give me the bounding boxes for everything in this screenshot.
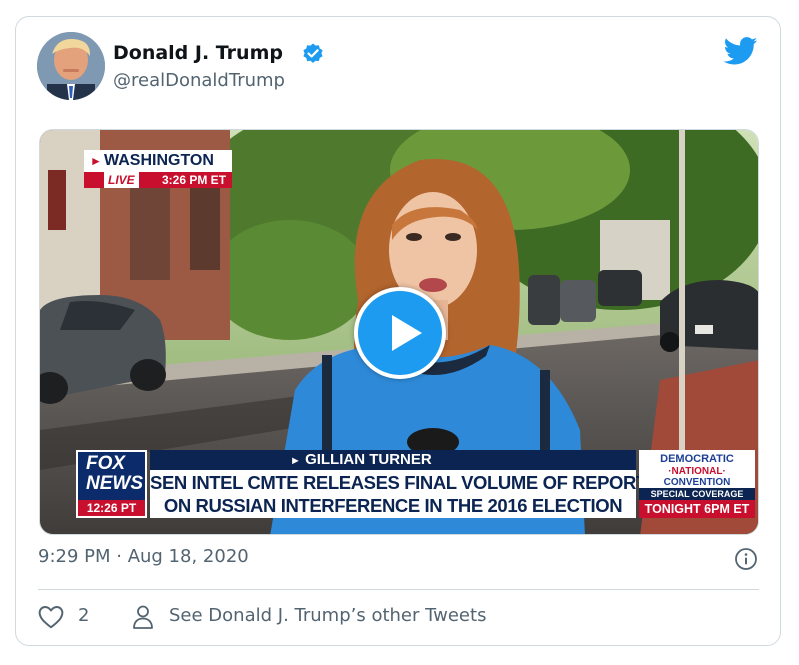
video-player[interactable]: ► WASHINGTON LIVE 3:26 PM ET FOX NEWS 12…	[39, 129, 759, 535]
live-time: 3:26 PM ET	[162, 173, 227, 187]
heart-icon[interactable]	[38, 605, 64, 629]
play-icon[interactable]	[354, 287, 446, 379]
network-logo-word2: NEWS	[86, 473, 143, 494]
network-logo: FOX NEWS 12:26 PT	[76, 450, 147, 518]
promo-time: TONIGHT 6PM ET	[639, 500, 755, 518]
live-label: LIVE	[104, 172, 139, 188]
dateline-bug: ► WASHINGTON LIVE 3:26 PM ET	[84, 150, 232, 190]
speaker-name-bar: ► GILLIAN TURNER	[150, 450, 636, 470]
tweet-timestamp[interactable]: 9:29 PM · Aug 18, 2020	[38, 546, 249, 567]
tweet-embed-card[interactable]: Donald J. Trump @realDonaldTrump ► WASHI…	[15, 16, 781, 646]
verified-badge-icon	[303, 43, 323, 63]
author-avatar[interactable]	[37, 32, 105, 100]
headline-line1: SEN INTEL CMTE RELEASES FINAL VOLUME OF …	[150, 472, 647, 493]
promo-subtitle: SPECIAL COVERAGE	[639, 488, 755, 500]
live-strip: LIVE 3:26 PM ET	[84, 172, 232, 188]
author-name[interactable]: Donald J. Trump	[113, 42, 283, 64]
network-time: 12:26 PT	[78, 500, 145, 516]
twitter-bird-icon[interactable]	[724, 37, 758, 65]
speaker-arrow-icon: ►	[290, 455, 301, 467]
speaker-name: GILLIAN TURNER	[305, 451, 432, 468]
promo-line3: CONVENTION	[663, 477, 731, 488]
dateline-arrow-icon: ►	[90, 154, 102, 168]
lower-third-chyron: FOX NEWS 12:26 PT ► GILLIAN TURNER SEN I…	[76, 450, 755, 518]
promo-line2: ·NATIONAL·	[668, 466, 726, 477]
like-count[interactable]: 2	[78, 605, 89, 626]
info-icon[interactable]	[734, 547, 758, 571]
dateline-city-label: WASHINGTON	[104, 152, 214, 169]
footer-divider	[38, 589, 759, 590]
person-icon[interactable]	[131, 604, 155, 630]
promo-line1: DEMOCRATIC	[660, 453, 734, 465]
see-other-tweets-link[interactable]: See Donald J. Trump’s other Tweets	[169, 605, 486, 626]
network-logo-word1: FOX	[86, 453, 126, 474]
headline-line2: ON RUSSIAN INTERFERENCE IN THE 2016 ELEC…	[163, 495, 623, 516]
headline-box: SEN INTEL CMTE RELEASES FINAL VOLUME OF …	[150, 470, 647, 518]
author-handle[interactable]: @realDonaldTrump	[113, 70, 285, 91]
dateline-city: ► WASHINGTON	[84, 150, 232, 172]
